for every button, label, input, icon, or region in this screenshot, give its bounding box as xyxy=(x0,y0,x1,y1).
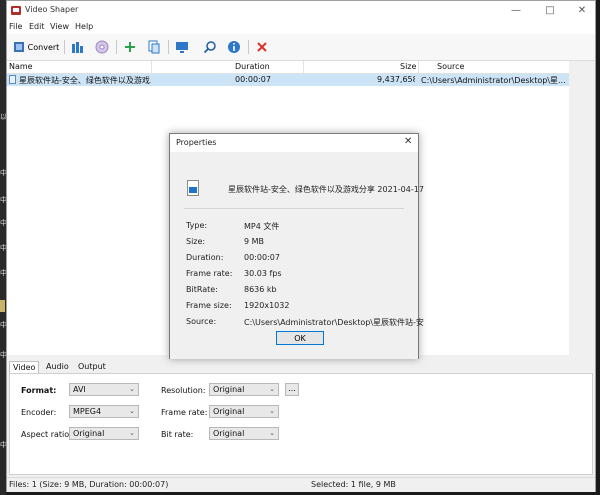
column-source[interactable]: Source xyxy=(437,62,464,71)
menu-edit[interactable]: Edit xyxy=(29,22,45,31)
frame-rate-select[interactable]: Original ⌄ xyxy=(209,405,279,418)
frame-rate-label: Frame rate: xyxy=(161,408,208,417)
cell-name: 星辰软件站-安全、绿色软件以及游戏... xyxy=(19,76,151,85)
prop-type-label: Type: xyxy=(186,221,208,230)
video-file-icon xyxy=(187,180,199,196)
title-bar: Video Shaper — □ ✕ xyxy=(7,1,595,21)
column-divider[interactable] xyxy=(418,61,419,73)
convert-label: Convert xyxy=(27,42,60,52)
info-icon xyxy=(228,41,240,53)
toolbar-separator xyxy=(248,40,249,54)
chevron-down-icon: ⌄ xyxy=(129,429,135,437)
close-icon[interactable]: ✕ xyxy=(404,136,412,147)
add-folder-button[interactable] xyxy=(145,38,163,56)
minimize-icon[interactable]: — xyxy=(505,3,527,19)
aspect-ratio-label: Aspect ratio: xyxy=(21,430,72,439)
toolbar-separator xyxy=(64,40,65,54)
disc-icon xyxy=(95,40,109,54)
prop-duration-value: 00:00:07 xyxy=(244,253,280,262)
ok-button[interactable]: OK xyxy=(276,331,324,345)
aspect-ratio-select[interactable]: Original ⌄ xyxy=(69,427,139,440)
resolution-more-button[interactable]: ... xyxy=(285,383,299,396)
properties-dialog: Properties ✕ 星辰软件站-安全、绿色软件以及游戏分享 2021-04… xyxy=(169,133,424,359)
format-select[interactable]: AVI ⌄ xyxy=(69,383,139,396)
prop-framesize-label: Frame size: xyxy=(186,301,232,310)
prop-bitrate-label: BitRate: xyxy=(186,285,218,294)
prop-size-label: Size: xyxy=(186,237,206,246)
search-icon xyxy=(203,41,216,54)
monitor-icon xyxy=(176,42,188,53)
cell-size: 9,437,658 xyxy=(377,75,415,84)
encoder-label: Encoder: xyxy=(21,408,57,417)
status-selected: Selected: 1 file, 9 MB xyxy=(311,480,396,489)
desktop-icon xyxy=(0,300,5,312)
disc-button[interactable] xyxy=(93,38,111,56)
convert-icon xyxy=(13,42,24,52)
bit-rate-select[interactable]: Original ⌄ xyxy=(209,427,279,440)
app-icon xyxy=(11,6,21,15)
file-icon xyxy=(9,75,16,84)
toolbar-separator xyxy=(168,40,169,54)
menu-help[interactable]: Help xyxy=(75,22,93,31)
column-divider[interactable] xyxy=(151,61,152,73)
dialog-body: 星辰软件站-安全、绿色软件以及游戏分享 2021-04-17 Type: MP4… xyxy=(170,152,424,359)
chevron-down-icon: ⌄ xyxy=(269,407,275,415)
add-files-button[interactable] xyxy=(69,38,87,56)
file-title: 星辰软件站-安全、绿色软件以及游戏分享 2021-04-17 xyxy=(228,185,424,194)
chevron-down-icon: ⌄ xyxy=(129,385,135,393)
chevron-down-icon: ⌄ xyxy=(269,429,275,437)
window-title: Video Shaper xyxy=(25,5,79,14)
dialog-divider xyxy=(184,208,404,209)
toolbar: Convert xyxy=(7,34,595,61)
prop-bitrate-value: 8636 kb xyxy=(244,285,277,294)
info-button[interactable] xyxy=(225,38,243,56)
cell-source: C:\Users\Administrator\Desktop\星... xyxy=(421,76,566,85)
delete-button[interactable] xyxy=(253,38,271,56)
list-header: Name Duration Size Source xyxy=(7,61,569,74)
chevron-down-icon: ⌄ xyxy=(129,407,135,415)
column-divider[interactable] xyxy=(303,61,304,73)
add-button[interactable] xyxy=(121,38,139,56)
prop-framesize-value: 1920x1032 xyxy=(244,301,290,310)
cell-duration: 00:00:07 xyxy=(235,75,271,84)
menu-file[interactable]: File xyxy=(9,22,22,31)
menu-view[interactable]: View xyxy=(50,22,69,31)
video-settings-panel: Format: AVI ⌄ Encoder: MPEG4 ⌄ Aspect rati… xyxy=(9,373,593,475)
toolbar-separator xyxy=(116,40,117,54)
close-icon[interactable]: ✕ xyxy=(571,3,593,19)
table-row[interactable]: 星辰软件站-安全、绿色软件以及游戏... 00:00:07 9,437,658 … xyxy=(7,74,569,86)
bit-rate-label: Bit rate: xyxy=(161,430,194,439)
prop-source-label: Source: xyxy=(186,317,217,326)
plus-icon xyxy=(125,42,135,52)
prop-type-value: MP4 文件 xyxy=(244,222,280,231)
maximize-icon[interactable]: □ xyxy=(539,3,561,19)
convert-button[interactable]: Convert xyxy=(11,38,61,56)
dialog-title: Properties xyxy=(176,138,217,147)
resolution-select[interactable]: Original ⌄ xyxy=(209,383,279,396)
prop-framerate-label: Frame rate: xyxy=(186,269,233,278)
copy-file-icon xyxy=(148,40,160,54)
delete-x-icon xyxy=(257,42,267,52)
tab-output[interactable]: Output xyxy=(75,361,109,373)
encoder-select[interactable]: MPEG4 ⌄ xyxy=(69,405,139,418)
resolution-label: Resolution: xyxy=(161,386,206,395)
search-button[interactable] xyxy=(201,38,219,56)
list-scroll-area xyxy=(569,61,593,355)
status-files: Files: 1 (Size: 9 MB, Duration: 00:00:07… xyxy=(9,480,169,489)
film-grid-icon xyxy=(72,42,83,53)
column-duration[interactable]: Duration xyxy=(235,62,270,71)
chevron-down-icon: ⌄ xyxy=(269,385,275,393)
tab-audio[interactable]: Audio xyxy=(43,361,72,373)
prop-duration-label: Duration: xyxy=(186,253,224,262)
settings-tabs: Video Audio Output xyxy=(7,359,595,374)
prop-source-value: C:\Users\Administrator\Desktop\星辰软件站-安 xyxy=(244,318,424,327)
menu-bar: File Edit View Help xyxy=(7,21,595,34)
column-size[interactable]: Size xyxy=(400,62,416,71)
status-bar: Files: 1 (Size: 9 MB, Duration: 00:00:07… xyxy=(7,477,595,492)
prop-framerate-value: 30.03 fps xyxy=(244,269,282,278)
format-label: Format: xyxy=(21,386,57,395)
column-name[interactable]: Name xyxy=(9,62,33,71)
preview-button[interactable] xyxy=(173,38,191,56)
prop-size-value: 9 MB xyxy=(244,237,265,246)
